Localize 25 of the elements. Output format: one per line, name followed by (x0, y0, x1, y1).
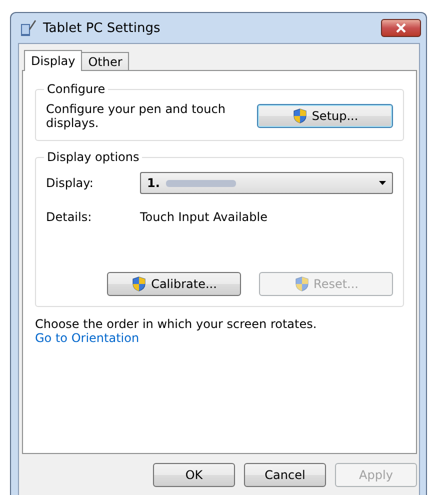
dialog-button[interactable]: OK (153, 463, 235, 487)
field-label: Details: (46, 210, 93, 224)
dialog-button[interactable]: Calibrate... (107, 272, 241, 296)
dropdown-caret-icon (379, 181, 386, 185)
shield-icon (294, 276, 310, 292)
close-button[interactable] (381, 19, 421, 37)
dropdown-value: 1. (147, 176, 160, 190)
shield-icon (292, 108, 308, 124)
tab[interactable]: Display (24, 50, 82, 71)
shield-icon (131, 276, 148, 292)
dialog-button[interactable]: Cancel (244, 463, 326, 487)
redacted-block (166, 180, 236, 186)
details-value: Touch Input Available (140, 210, 268, 224)
field-label: Display: (46, 176, 94, 190)
orientation-link[interactable]: Go to Orientation (35, 331, 140, 345)
group-title: Display options (44, 150, 142, 164)
display-dropdown[interactable]: 1. (140, 172, 393, 194)
tablet-pen-icon (19, 19, 37, 37)
description-text: Configure your pen and touch displays. (46, 102, 226, 130)
dialog-button[interactable]: Setup... (257, 104, 393, 128)
close-icon (396, 23, 406, 33)
window-title: Tablet PC Settings (43, 20, 162, 36)
orientation-text: Choose the order in which your screen rotates. (35, 317, 318, 331)
group-title: Configure (44, 82, 108, 96)
tab[interactable]: Other (81, 52, 130, 70)
